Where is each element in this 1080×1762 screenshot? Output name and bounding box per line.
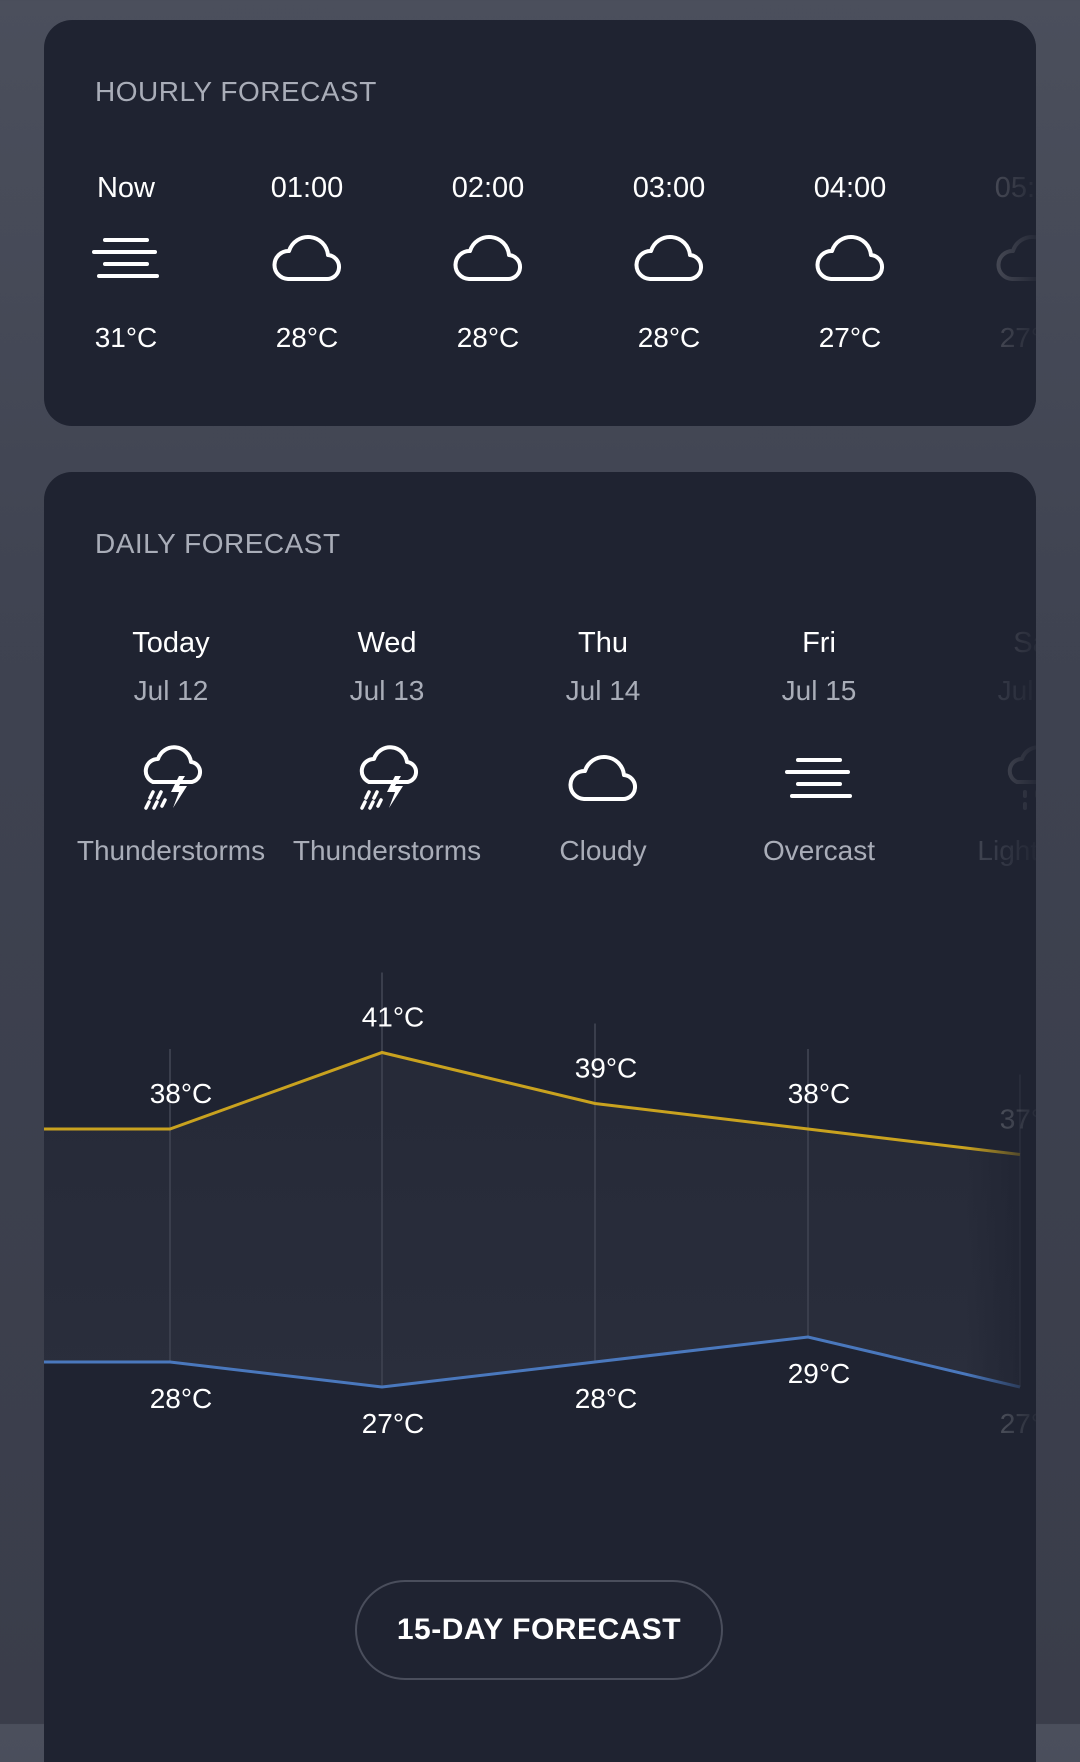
low-temperature-label: 29°C <box>788 1358 851 1389</box>
hourly-forecast-title: HOURLY FORECAST <box>95 76 377 107</box>
hour-time: 04:00 <box>813 172 887 204</box>
cloud-icon <box>232 212 382 302</box>
low-temperature-label: 27°C <box>362 1408 425 1439</box>
hour-temperature: 28°C <box>456 322 520 353</box>
hourly-item[interactable]: 04:00 27°C <box>775 172 925 354</box>
cloud-icon <box>956 212 1036 302</box>
hour-temperature: 28°C <box>275 322 339 353</box>
hour-time: 05:00 <box>994 172 1036 204</box>
cloud-icon <box>413 212 563 302</box>
hour-time: 03:00 <box>632 172 706 204</box>
cloud-icon <box>594 212 744 302</box>
cloud-icon <box>775 212 925 302</box>
high-temperature-label: 37°C <box>1000 1104 1036 1135</box>
high-temperature-label: 38°C <box>150 1078 213 1109</box>
low-temperature-label: 28°C <box>150 1383 213 1414</box>
hourly-item[interactable]: 01:00 28°C <box>232 172 382 354</box>
hour-temperature: 31°C <box>94 322 158 353</box>
hour-temperature: 27°C <box>818 322 882 353</box>
fifteen-day-forecast-button[interactable]: 15-DAY FORECAST <box>355 1580 723 1680</box>
hourly-item[interactable]: 05:00 27°C <box>956 172 1036 354</box>
fog-icon <box>51 212 201 302</box>
low-temperature-label: 27°C <box>1000 1408 1036 1439</box>
hour-time: Now <box>96 172 155 204</box>
high-temperature-label: 41°C <box>362 1002 425 1033</box>
hourly-forecast-card: HOURLY FORECAST Now 31°C 01:00 28°C 02:00 28°… <box>44 20 1036 426</box>
hour-temperature: 27°C <box>999 322 1036 353</box>
hour-temperature: 28°C <box>637 322 701 353</box>
hourly-item[interactable]: 02:00 28°C <box>413 172 563 354</box>
hour-time: 02:00 <box>451 172 525 204</box>
temperature-chart: 38°C 28°C 41°C 27°C 39°C 28°C 38°C 29°C 37°C 27°C <box>44 972 1036 1439</box>
hourly-item[interactable]: Now 31°C <box>51 172 201 354</box>
high-temperature-label: 38°C <box>788 1078 851 1109</box>
daily-forecast-card: DAILY FORECAST Today Jul 12 Thunderstorms W… <box>44 472 1036 1762</box>
hour-time: 01:00 <box>270 172 344 204</box>
hourly-item[interactable]: 03:00 28°C <box>594 172 744 354</box>
low-temperature-label: 28°C <box>575 1383 638 1414</box>
high-temperature-label: 39°C <box>575 1053 638 1084</box>
